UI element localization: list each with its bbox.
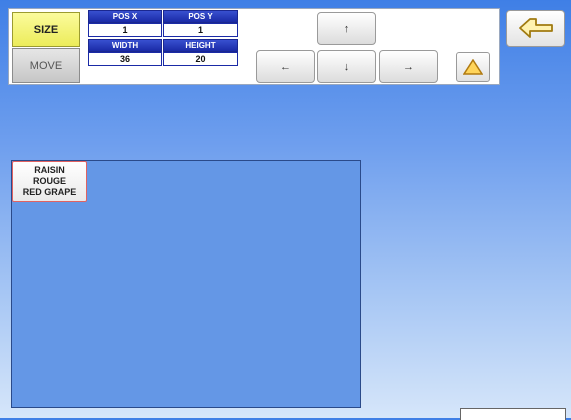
move-mode-button[interactable]: MOVE: [12, 48, 80, 83]
arrow-down-icon: ↓: [344, 61, 350, 73]
width-field[interactable]: 36: [88, 52, 162, 66]
size-mode-button[interactable]: SIZE: [12, 12, 80, 47]
pos-x-label: POS X: [88, 10, 162, 23]
item-tile[interactable]: RAISIN ROUGE RED GRAPE: [12, 161, 87, 202]
height-label: HEIGHT: [163, 39, 238, 52]
warning-button[interactable]: [456, 52, 490, 82]
width-label: WIDTH: [88, 39, 162, 52]
back-button[interactable]: [506, 10, 565, 47]
pos-x-field[interactable]: 1: [88, 23, 162, 37]
move-down-button[interactable]: ↓: [317, 50, 376, 83]
pos-y-field[interactable]: 1: [163, 23, 238, 37]
item-tile-line-3: RED GRAPE: [23, 187, 77, 198]
bottom-right-box: [460, 408, 566, 420]
arrow-up-icon: ↑: [344, 23, 350, 35]
arrow-left-icon: ←: [280, 61, 291, 73]
pos-y-label: POS Y: [163, 10, 238, 23]
height-field[interactable]: 20: [163, 52, 238, 66]
item-tile-line-2: ROUGE: [33, 176, 66, 187]
arrow-right-icon: →: [403, 61, 414, 73]
move-up-button[interactable]: ↑: [317, 12, 376, 45]
move-right-button[interactable]: →: [379, 50, 438, 83]
item-tile-line-1: RAISIN: [34, 165, 65, 176]
return-arrow-icon: [516, 16, 556, 42]
move-left-button[interactable]: ←: [256, 50, 315, 83]
warning-triangle-icon: [463, 59, 483, 75]
